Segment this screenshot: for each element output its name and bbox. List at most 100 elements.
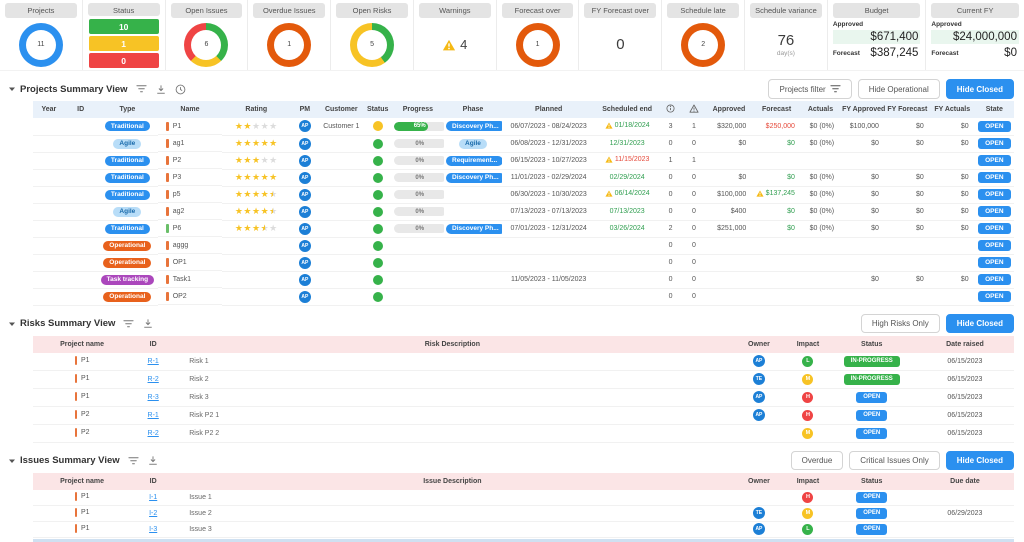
money-label: Forecast (931, 49, 959, 57)
cell-date (915, 521, 1014, 538)
status-badge[interactable]: IN-PROGRESS (843, 373, 900, 385)
cell-type: Traditional (96, 186, 159, 204)
item-id-link[interactable]: R-1 (148, 412, 159, 419)
impact-badge: L (802, 355, 814, 367)
kpi-label: Budget (832, 3, 921, 18)
table-row: TraditionalP6★★★★★AP0%Discovery Ph...07/… (33, 220, 1014, 238)
kpi-card-current-fy: Current FY Approved $24,000,000 Forecast $0 (926, 0, 1024, 70)
cell-year (33, 169, 65, 187)
state-badge[interactable]: OPEN (978, 138, 1011, 149)
cell-customer (318, 186, 364, 204)
cell-actuals: $0 (0%) (800, 220, 841, 238)
star-icon: ★ (243, 189, 252, 199)
cell-actuals: $0 (0%) (800, 203, 841, 221)
progress-bar: 0% (393, 190, 445, 199)
cell-fy_actuals: $0 (929, 118, 975, 136)
cell-sched: 02/29/2024 (595, 169, 659, 187)
cell-state: OPEN (974, 271, 1014, 289)
cell-sched: 03/26/2024 (595, 220, 659, 238)
table-row: Traditional P1 ★★★★★ AP Customer 1 65% Discove… (33, 118, 1014, 136)
state-badge[interactable]: OPEN (978, 291, 1011, 302)
critical-issues-only-button[interactable]: Critical Issues Only (849, 451, 940, 470)
status-badge[interactable]: OPEN (856, 491, 888, 503)
type-pill: Operational (103, 291, 152, 302)
hide-closed-button[interactable]: Hide Closed (945, 79, 1014, 99)
status-badge[interactable]: IN-PROGRESS (843, 355, 900, 367)
cell-owner: TE (729, 370, 789, 389)
item-id-link[interactable]: R-2 (148, 376, 159, 383)
state-badge[interactable]: OPEN (978, 223, 1011, 234)
cell-pm: AP (290, 186, 319, 204)
collapse-caret-icon[interactable] (8, 457, 16, 465)
filter-icon[interactable] (128, 456, 139, 466)
cell-id: R-1 (131, 352, 176, 371)
status-indicator (372, 138, 383, 149)
cell-rating: ★★★★★ (221, 169, 291, 187)
overdue-button[interactable]: Overdue (790, 451, 844, 470)
cell-warn: 0 (682, 271, 706, 289)
filter-icon[interactable] (135, 84, 147, 94)
project-name: P6 (172, 224, 182, 232)
item-id-link[interactable]: R-2 (148, 430, 159, 437)
star-icon: ★ (251, 155, 261, 165)
high-risks-only-button[interactable]: High Risks Only (860, 314, 940, 333)
item-id-link[interactable]: R-1 (148, 358, 159, 365)
cell-fy_approved: $0 (840, 186, 885, 204)
col-pm: PM (290, 101, 319, 118)
status-badge[interactable]: OPEN (856, 391, 888, 403)
state-badge[interactable]: OPEN (978, 172, 1011, 183)
status-badge[interactable]: OPEN (856, 427, 888, 439)
col-state: State (974, 101, 1014, 118)
project-name: P3 (172, 173, 182, 181)
star-icon: ★ (234, 138, 244, 148)
item-id-link[interactable]: R-3 (148, 394, 159, 401)
download-icon[interactable] (143, 318, 153, 329)
star-icon: ★ (269, 206, 278, 217)
collapse-caret-icon[interactable] (8, 85, 16, 93)
section-title: Issues Summary View (20, 455, 120, 466)
hide-closed-button[interactable]: Hide Closed (945, 314, 1014, 333)
cell-fy_approved (840, 237, 885, 255)
progress-bar: 0% (393, 156, 445, 165)
cell-status (363, 203, 392, 221)
clock-icon[interactable] (175, 84, 186, 95)
cell-actuals: $0 (0%) (800, 169, 841, 187)
cell-sched: 01/18/2024 (595, 118, 659, 136)
status-badge[interactable]: OPEN (856, 507, 888, 519)
project-name: P1 (81, 374, 90, 382)
cell-warn: 0 (682, 203, 706, 221)
state-badge[interactable]: OPEN (978, 189, 1011, 200)
status-badge[interactable]: OPEN (856, 409, 888, 421)
cell-rating (221, 237, 291, 255)
filter-icon[interactable] (123, 319, 134, 329)
cell-warn: 1 (682, 152, 706, 170)
cell-planned (501, 254, 596, 272)
state-badge[interactable]: OPEN (978, 274, 1011, 285)
hide-closed-button[interactable]: Hide Closed (945, 451, 1014, 470)
state-badge[interactable]: OPEN (978, 257, 1011, 268)
collapse-caret-icon[interactable] (8, 320, 16, 328)
health-bar (74, 391, 78, 401)
avatar: AP (298, 137, 311, 150)
cell-info: 0 (658, 288, 683, 306)
hide-operational-button[interactable]: Hide Operational (857, 79, 940, 99)
cell-customer (318, 135, 364, 153)
cell-actuals: $0 (0%) (800, 135, 841, 153)
state-badge[interactable]: OPEN (978, 240, 1011, 251)
projects-filter-button[interactable]: Projects filter (768, 79, 852, 99)
cell-sched (595, 288, 659, 306)
item-id-link[interactable]: I-1 (149, 494, 157, 501)
cell-name: ag2 (158, 203, 222, 220)
state-badge[interactable]: OPEN (978, 120, 1011, 132)
cell-fy_approved: $0 (840, 135, 885, 153)
warning-icon (682, 101, 706, 118)
cell-forecast: $137,245 (752, 186, 801, 204)
download-icon[interactable] (156, 84, 166, 95)
state-badge[interactable]: OPEN (978, 206, 1011, 217)
section-title: Risks Summary View (20, 318, 116, 329)
cell-status (363, 254, 392, 272)
item-id-link[interactable]: I-2 (149, 510, 157, 517)
status-badge[interactable]: OPEN (856, 523, 888, 535)
state-badge[interactable]: OPEN (978, 155, 1011, 166)
download-icon[interactable] (148, 455, 158, 466)
